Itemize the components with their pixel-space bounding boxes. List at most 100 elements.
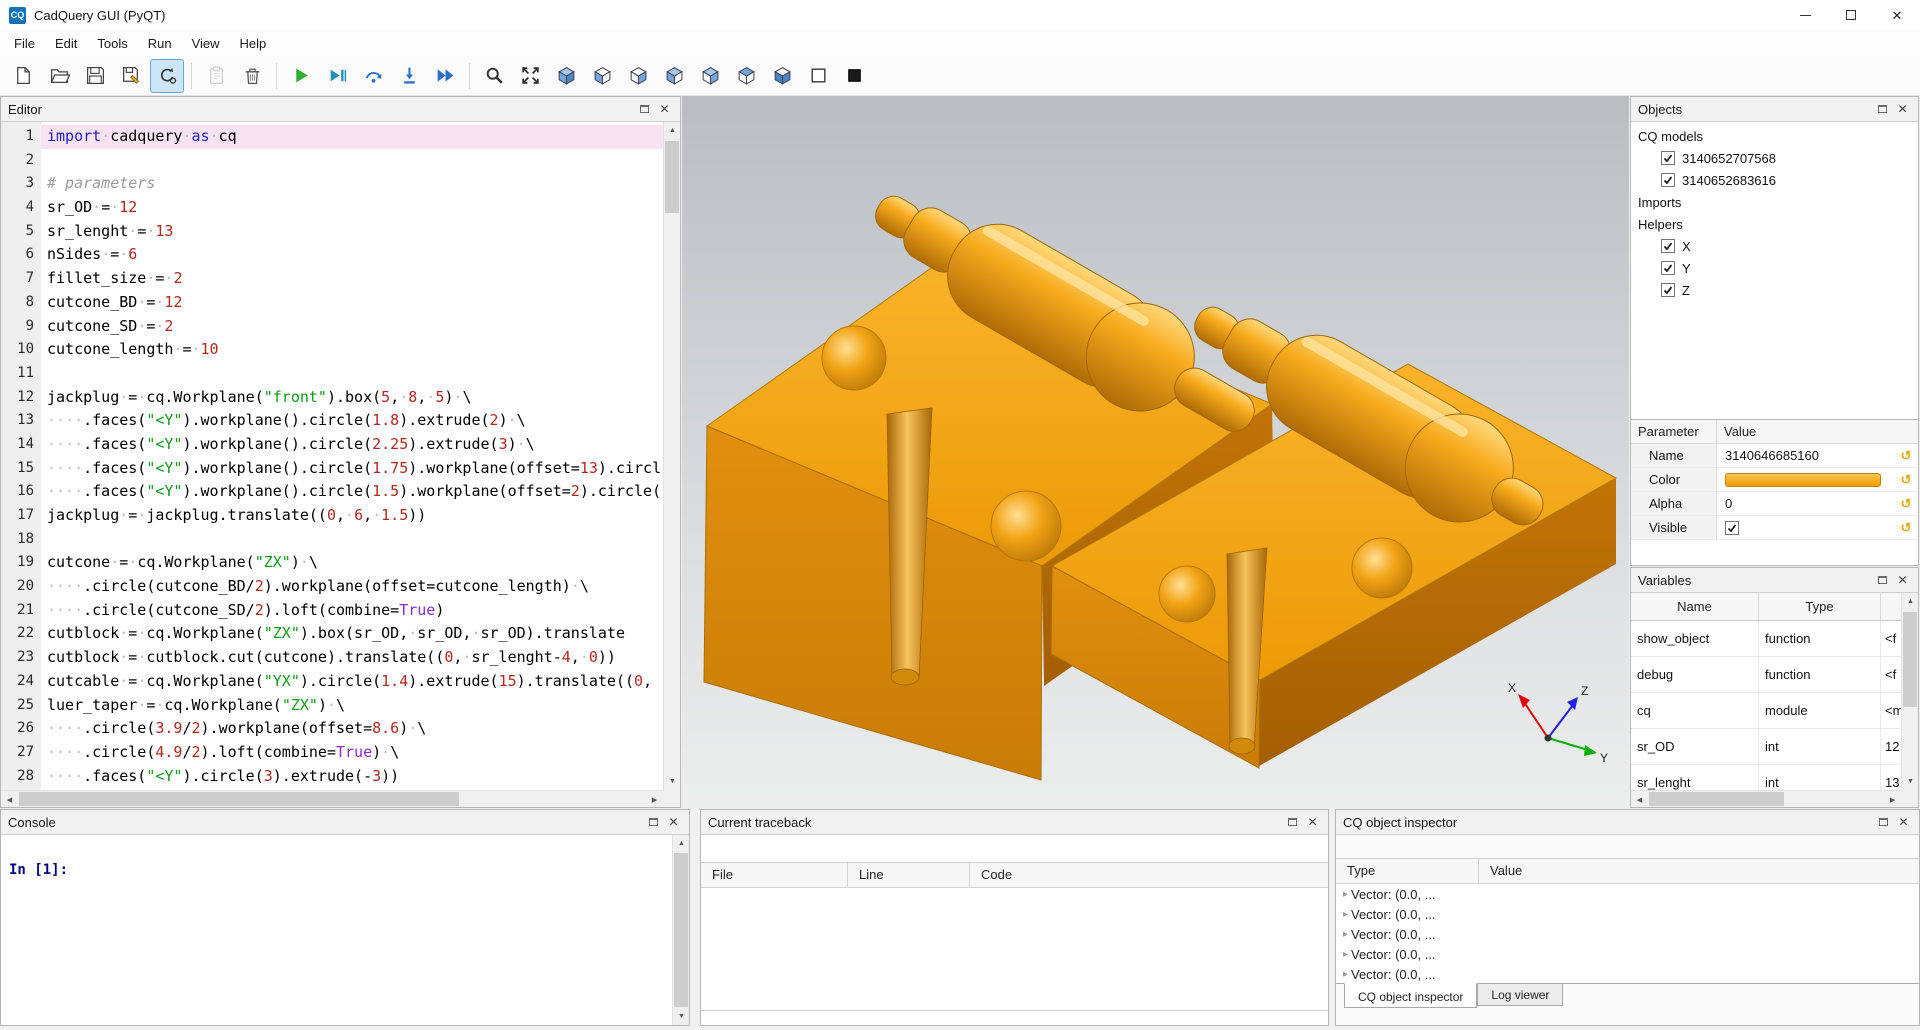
inspector-close-button[interactable]: ✕	[1895, 814, 1912, 831]
zoom-button[interactable]	[477, 59, 511, 93]
view-bottom-button[interactable]	[765, 59, 799, 93]
menu-run[interactable]: Run	[138, 32, 182, 55]
tab-cq-object-inspector[interactable]: CQ object inspector	[1344, 983, 1477, 1008]
code-line-3[interactable]: # parameters	[41, 172, 663, 196]
code-line-17[interactable]: jackplug·=·jackplug.translate((0,·6,·1.5…	[41, 504, 663, 528]
checkbox[interactable]	[1661, 239, 1675, 253]
autoreload-button[interactable]	[150, 59, 184, 93]
menu-help[interactable]: Help	[230, 32, 277, 55]
console-vertical-scrollbar[interactable]: ▲ ▼	[672, 835, 689, 1025]
prop-value[interactable]	[1717, 516, 1894, 539]
code-line-5[interactable]: sr_lenght·=·13	[41, 220, 663, 244]
paste-button[interactable]	[199, 59, 233, 93]
editor-vertical-scrollbar[interactable]: ▲ ▼	[663, 122, 680, 790]
variables-close-button[interactable]: ✕	[1894, 572, 1911, 589]
view-iso-button[interactable]	[549, 59, 583, 93]
code-line-19[interactable]: cutcone·=·cq.Workplane("ZX")·\	[41, 551, 663, 575]
code-line-26[interactable]: ····.circle(3.9/2).workplane(offset=8.6)…	[41, 717, 663, 741]
inspector-row-4[interactable]: ▸Vector: (0.0, ...	[1336, 944, 1919, 964]
code-line-13[interactable]: ····.faces("<Y").workplane().circle(1.8)…	[41, 409, 663, 433]
scroll-down-button[interactable]: ▼	[1902, 773, 1919, 790]
shaded-button[interactable]	[837, 59, 871, 93]
code-area[interactable]: import·cadquery·as·cq # parameterssr_OD·=…	[41, 122, 663, 790]
maximize-button[interactable]	[1828, 0, 1874, 30]
checkbox[interactable]	[1661, 283, 1675, 297]
scroll-up-button[interactable]: ▲	[664, 122, 680, 139]
code-line-21[interactable]: ····.circle(cutcone_SD/2).loft(combine=T…	[41, 599, 663, 623]
code-line-23[interactable]: cutblock·=·cutblock.cut(cutcone).transla…	[41, 646, 663, 670]
scroll-right-button[interactable]: ▶	[1884, 791, 1901, 808]
scroll-left-button[interactable]: ◀	[1, 791, 18, 807]
viewport-3d[interactable]: X Z Y	[682, 96, 1629, 808]
checkbox[interactable]	[1661, 261, 1675, 275]
open-script-button[interactable]	[42, 59, 76, 93]
code-line-8[interactable]: cutcone_BD·=·12	[41, 291, 663, 315]
code-line-16[interactable]: ····.faces("<Y").workplane().circle(1.5)…	[41, 480, 663, 504]
code-line-25[interactable]: luer_taper·=·cq.Workplane("ZX")·\	[41, 694, 663, 718]
tree-item-y[interactable]: Y	[1631, 257, 1918, 279]
view-left-button[interactable]	[657, 59, 691, 93]
code-line-11[interactable]	[41, 362, 663, 386]
tree-item-x[interactable]: X	[1631, 235, 1918, 257]
scroll-right-button[interactable]: ▶	[646, 791, 663, 807]
render-button[interactable]	[284, 59, 318, 93]
debug-button[interactable]	[320, 59, 354, 93]
fit-all-button[interactable]	[513, 59, 547, 93]
scrollbar-thumb[interactable]	[1649, 792, 1784, 806]
scrollbar-thumb[interactable]	[19, 792, 459, 806]
editor-float-button[interactable]	[636, 101, 653, 118]
scrollbar-thumb[interactable]	[1903, 612, 1917, 707]
new-script-button[interactable]	[6, 59, 40, 93]
step-into-button[interactable]	[392, 59, 426, 93]
inspector-row-1[interactable]: ▸Vector: (0.0, ...	[1336, 884, 1919, 904]
save-script-button[interactable]	[78, 59, 112, 93]
checkbox[interactable]	[1661, 151, 1675, 165]
tree-item-3140652683616[interactable]: 3140652683616	[1631, 169, 1918, 191]
code-line-1[interactable]: import·cadquery·as·cq	[41, 125, 663, 149]
inspector-float-button[interactable]	[1875, 814, 1892, 831]
expand-chevron-icon[interactable]: ▸	[1336, 949, 1351, 960]
save-as-button[interactable]	[114, 59, 148, 93]
variable-row-cq[interactable]: cqmodule<m	[1631, 693, 1901, 729]
tree-item-imports[interactable]: Imports	[1631, 191, 1918, 213]
variables-vertical-scrollbar[interactable]: ▲ ▼	[1901, 593, 1918, 790]
objects-float-button[interactable]	[1874, 101, 1891, 118]
variable-row-sr_OD[interactable]: sr_ODint12	[1631, 729, 1901, 765]
inspector-row-3[interactable]: ▸Vector: (0.0, ...	[1336, 924, 1919, 944]
view-top-button[interactable]	[729, 59, 763, 93]
scroll-down-button[interactable]: ▼	[664, 773, 680, 790]
close-button[interactable]: ✕	[1874, 0, 1920, 30]
traceback-header-line[interactable]: Line	[848, 863, 970, 887]
traceback-header-code[interactable]: Code	[970, 863, 1328, 887]
inspector-row-5[interactable]: ▸Vector: (0.0, ...	[1336, 964, 1919, 984]
tree-item-3140652707568[interactable]: 3140652707568	[1631, 147, 1918, 169]
checkbox[interactable]	[1725, 521, 1739, 535]
code-line-20[interactable]: ····.circle(cutcone_BD/2).workplane(offs…	[41, 575, 663, 599]
code-line-15[interactable]: ····.faces("<Y").workplane().circle(1.75…	[41, 457, 663, 481]
scrollbar-thumb[interactable]	[674, 853, 688, 1007]
wireframe-button[interactable]	[801, 59, 835, 93]
scroll-down-button[interactable]: ▼	[673, 1008, 690, 1025]
scroll-up-button[interactable]: ▲	[1902, 593, 1919, 610]
traceback-float-button[interactable]	[1284, 814, 1301, 831]
variables-horizontal-scrollbar[interactable]: ◀ ▶	[1631, 790, 1901, 807]
menu-edit[interactable]: Edit	[45, 32, 87, 55]
variables-header-type[interactable]: Type	[1759, 593, 1881, 620]
code-line-28[interactable]: ····.faces("<Y").circle(3).extrude(-3))	[41, 765, 663, 789]
scroll-up-button[interactable]: ▲	[673, 835, 690, 852]
expand-chevron-icon[interactable]: ▸	[1336, 889, 1351, 900]
scroll-left-button[interactable]: ◀	[1631, 791, 1648, 808]
traceback-header-file[interactable]: File	[701, 863, 848, 887]
inspector-row-2[interactable]: ▸Vector: (0.0, ...	[1336, 904, 1919, 924]
code-line-4[interactable]: sr_OD·=·12	[41, 196, 663, 220]
code-line-7[interactable]: fillet_size·=·2	[41, 267, 663, 291]
code-line-24[interactable]: cutcable·=·cq.Workplane("YX").circle(1.4…	[41, 670, 663, 694]
variables-float-button[interactable]	[1874, 572, 1891, 589]
view-front-button[interactable]	[585, 59, 619, 93]
view-back-button[interactable]	[621, 59, 655, 93]
traceback-close-button[interactable]: ✕	[1304, 814, 1321, 831]
prop-value[interactable]	[1717, 468, 1894, 491]
variable-row-debug[interactable]: debugfunction<f	[1631, 657, 1901, 693]
code-line-27[interactable]: ····.circle(4.9/2).loft(combine=True)·\	[41, 741, 663, 765]
code-editor[interactable]: 1234567891011121314151617181920212223242…	[1, 122, 680, 807]
